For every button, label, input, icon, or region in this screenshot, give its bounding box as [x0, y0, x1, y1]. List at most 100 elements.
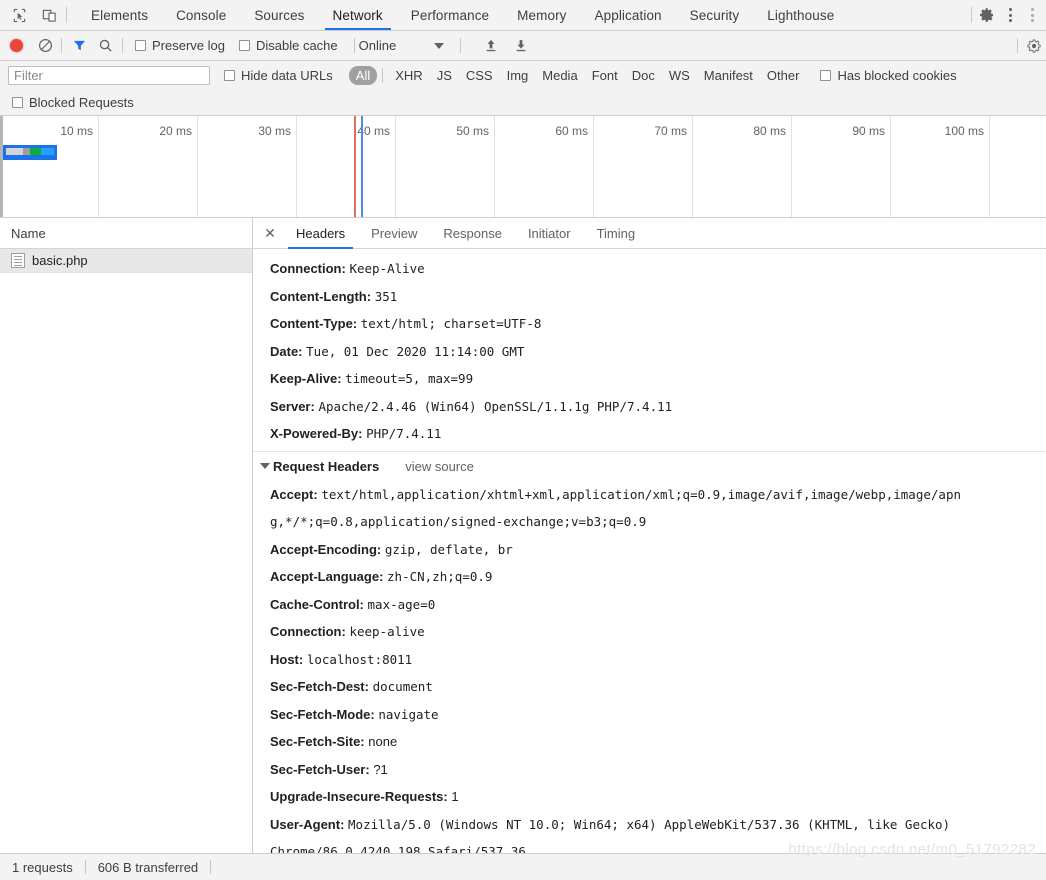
has-blocked-cookies-label: Has blocked cookies: [837, 67, 957, 83]
header-row: Upgrade-Insecure-Requests: 1: [253, 783, 1046, 811]
header-name: Sec-Fetch-Site:: [270, 734, 365, 749]
header-name: Sec-Fetch-Dest:: [270, 679, 369, 694]
request-headers-section-header[interactable]: Request Headers view source: [253, 450, 1046, 481]
dom-content-loaded-line: [354, 116, 356, 217]
kebab-menu-icon[interactable]: [1000, 4, 1020, 26]
hide-data-urls-checkbox[interactable]: Hide data URLs: [224, 68, 333, 83]
table-row[interactable]: basic.php: [0, 249, 252, 273]
checkbox-box[interactable]: [238, 40, 250, 51]
toolbar-divider: [460, 38, 462, 53]
has-blocked-cookies-checkbox[interactable]: Has blocked cookies: [820, 67, 957, 83]
type-filter-xhr[interactable]: XHR: [388, 66, 429, 85]
triangle-down-icon[interactable]: [260, 463, 270, 469]
header-row: Connection: Keep-Alive: [253, 255, 1046, 283]
import-har-icon[interactable]: [483, 38, 499, 54]
tab-console[interactable]: Console: [162, 0, 240, 30]
clear-network-log-icon[interactable]: [37, 38, 53, 54]
overview-tick-cell: 80 ms: [693, 116, 792, 217]
type-filter-js[interactable]: JS: [430, 66, 459, 85]
overflow-chevron-icon[interactable]: [1022, 4, 1042, 26]
devtools-toolbar-icons: [0, 0, 64, 30]
checkbox-box[interactable]: [224, 69, 235, 81]
blocked-requests-row: Blocked Requests: [0, 89, 1046, 116]
header-row: Sec-Fetch-User: ?1: [253, 756, 1046, 784]
blocked-requests-label: Blocked Requests: [29, 94, 134, 110]
overview-left-handle[interactable]: [0, 116, 3, 217]
tab-label: Lighthouse: [767, 7, 835, 23]
cursor-select-icon[interactable]: [10, 6, 28, 24]
header-name: User-Agent:: [270, 816, 345, 832]
disable-cache-checkbox[interactable]: Disable cache: [238, 38, 338, 53]
tab-label: Application: [594, 7, 662, 23]
header-row: Cache-Control: max-age=0: [253, 591, 1046, 619]
view-source-link[interactable]: view source: [405, 452, 474, 481]
header-row: Content-Length: 351: [253, 283, 1046, 311]
header-value: 351: [374, 288, 398, 304]
checkbox-box[interactable]: [12, 96, 23, 108]
overview-tick-cell: 100 ms: [891, 116, 990, 217]
header-value: document: [372, 679, 433, 694]
header-name: X-Powered-By:: [270, 426, 363, 441]
requests-list: basic.php: [0, 249, 252, 853]
tab-application[interactable]: Application: [581, 0, 676, 30]
type-filter-ws[interactable]: WS: [662, 66, 697, 85]
status-divider: [210, 860, 212, 874]
header-value: Keep-Alive: [349, 261, 425, 276]
chevron-down-icon[interactable]: [434, 42, 445, 49]
header-name: Upgrade-Insecure-Requests:: [270, 789, 448, 804]
blocked-requests-checkbox[interactable]: Blocked Requests: [12, 95, 134, 110]
tab-security[interactable]: Security: [676, 0, 754, 30]
network-settings-icon[interactable]: [1026, 38, 1042, 54]
requests-count: 1 requests: [12, 859, 73, 875]
tab-timing[interactable]: Timing: [584, 218, 649, 248]
tab-performance[interactable]: Performance: [397, 0, 503, 30]
tab-initiator[interactable]: Initiator: [515, 218, 584, 248]
overview-request-segments: [6, 148, 54, 155]
checkbox-box[interactable]: [135, 40, 146, 51]
type-filter-css[interactable]: CSS: [459, 66, 500, 85]
overview-tick-label: 30 ms: [258, 124, 291, 138]
type-filter-all[interactable]: All: [348, 65, 378, 85]
tab-network[interactable]: Network: [319, 0, 397, 30]
header-value: Mozilla/5.0 (Windows NT 10.0; Win64; x64…: [348, 816, 951, 832]
throttling-select[interactable]: Online: [359, 38, 397, 53]
header-value: navigate: [378, 706, 439, 722]
overview-tick-cell: 40 ms: [297, 116, 396, 217]
preserve-log-checkbox[interactable]: Preserve log: [135, 38, 225, 53]
type-filter-font[interactable]: Font: [585, 66, 625, 85]
overview-tick-label: 20 ms: [159, 124, 192, 138]
overview-tick-label: 70 ms: [654, 124, 687, 138]
header-row: Content-Type: text/html; charset=UTF-8: [253, 310, 1046, 338]
type-filter-manifest[interactable]: Manifest: [697, 66, 760, 85]
tab-lighthouse[interactable]: Lighthouse: [753, 0, 848, 30]
tab-response[interactable]: Response: [430, 218, 515, 248]
filter-funnel-icon[interactable]: [70, 37, 88, 55]
tab-headers[interactable]: Headers: [283, 218, 358, 249]
tab-memory[interactable]: Memory: [503, 0, 580, 30]
tab-label: Security: [689, 7, 740, 23]
device-toolbar-icon[interactable]: [40, 6, 58, 24]
type-filter-other[interactable]: Other: [760, 66, 807, 85]
type-filter-img[interactable]: Img: [500, 66, 536, 85]
tab-sources[interactable]: Sources: [240, 0, 318, 30]
header-row: Server: Apache/2.4.46 (Win64) OpenSSL/1.…: [253, 393, 1046, 421]
tab-preview[interactable]: Preview: [358, 218, 430, 248]
network-overview-timeline[interactable]: 10 ms 20 ms 30 ms 40 ms 50 ms 60 ms 70 m…: [0, 116, 1046, 218]
type-filter-doc[interactable]: Doc: [625, 66, 662, 85]
network-filter-row: Hide data URLs All XHR JS CSS Img Media …: [0, 61, 1046, 89]
close-icon[interactable]: ✕: [257, 218, 283, 248]
pill-label: Other: [766, 67, 800, 83]
export-har-icon[interactable]: [513, 38, 529, 54]
record-button-icon[interactable]: [10, 39, 23, 52]
requests-column-header[interactable]: Name: [0, 218, 252, 249]
detail-tab-bar: ✕ Headers Preview Response Initiator Tim…: [253, 218, 1046, 249]
tab-elements[interactable]: Elements: [77, 0, 162, 30]
header-value: text/html; charset=UTF-8: [360, 316, 542, 331]
filter-input[interactable]: [8, 65, 210, 85]
search-icon[interactable]: [96, 37, 114, 55]
type-filter-media[interactable]: Media: [535, 66, 584, 85]
toolbar-divider: [1017, 38, 1018, 53]
gear-icon[interactable]: [976, 4, 998, 26]
checkbox-box[interactable]: [820, 69, 832, 81]
header-value: gzip, deflate, br: [384, 541, 513, 557]
